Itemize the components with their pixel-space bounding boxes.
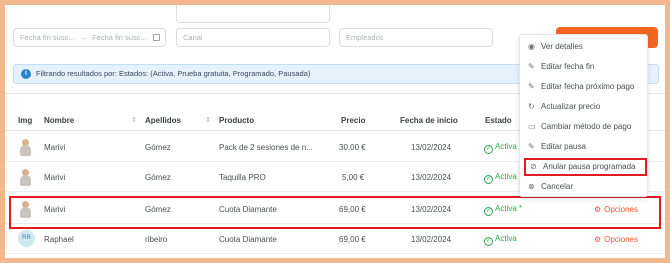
header-img: Img [18,116,33,125]
row-options-menu: ◉ Ver detalles ✎ Editar fecha fin ✎ Editar … [519,34,648,197]
eye-icon: ◉ [528,42,535,51]
status-badge: ✓ Activa * [484,204,523,216]
header-apellidos[interactable]: Apellidos [145,116,181,125]
opciones-button[interactable]: ⚙ Opciones [594,205,638,214]
cell-fecha: 13/02/2024 [411,143,452,152]
cell-fecha: 13/02/2024 [411,235,452,244]
cell-apellidos: Gómez [145,173,171,182]
avatar [18,169,32,186]
close-circle-icon: ⊗ [528,182,535,191]
gear-icon: ⚙ [594,205,602,214]
header-estado: Estado [485,116,512,125]
canal-placeholder: Canal [183,33,203,42]
menu-item-anular-pausa-programada[interactable]: ⊘ Anular pausa programada [524,158,647,176]
check-circle-icon: ✓ [484,237,493,246]
menu-item-editar-fecha-fin[interactable]: ✎ Editar fecha fin [520,57,649,77]
header-nombre[interactable]: Nombre [44,116,74,125]
fecha-fin-to-placeholder: Fecha fin susc... [92,33,147,42]
cell-fecha: 13/02/2024 [411,205,452,214]
gear-icon: ⚙ [594,235,602,244]
cell-nombre: Marivi [44,143,66,152]
subscriptions-panel: Fecha fin susc... → Fecha fin susc... Cana… [5,5,665,258]
info-icon: i [21,69,31,79]
refresh-icon: ↻ [528,102,535,111]
canal-field[interactable]: Canal [176,28,330,47]
credit-card-icon: ▭ [528,122,536,131]
sort-nombre-icon[interactable]: ⇕ [131,116,137,124]
fecha-fin-range-field[interactable]: Fecha fin susc... → Fecha fin susc... [13,28,166,47]
cell-nombre: Marivi [44,205,66,214]
pencil-icon: ✎ [528,62,535,71]
cell-producto: Pack de 2 sesiones de n... [219,143,313,152]
menu-item-ver-detalles[interactable]: ◉ Ver detalles [520,37,649,57]
check-circle-icon: ✓ [484,175,493,184]
cell-producto: Taquilla PRO [219,173,266,182]
opciones-button[interactable]: ⚙ Opciones [594,235,638,244]
avatar [18,139,32,156]
cell-apellidos: Gómez [145,143,171,152]
top-filter-input[interactable] [176,5,330,23]
cell-apellidos: ribeiro [145,235,168,244]
empleados-field[interactable]: Empleados [339,28,493,47]
filter-banner-text: Filtrando resultados por: Estados: (Acti… [36,69,311,78]
menu-item-cambiar-metodo-pago[interactable]: ▭ Cambiar método de pago [520,117,649,137]
cell-nombre: Marivi [44,173,66,182]
status-badge: ✓ Activa [484,172,517,184]
fecha-fin-from-placeholder: Fecha fin susc... [20,33,75,42]
range-arrow: → [79,33,88,42]
cell-precio: 69,00 € [339,205,366,214]
cell-producto: Cuota Diamante [219,205,277,214]
cancel-circle-icon: ⊘ [530,162,537,171]
sort-apellidos-icon[interactable]: ⇕ [205,116,211,124]
cell-precio: 69,00 € [339,235,366,244]
cell-precio: 30,00 € [339,143,366,152]
menu-item-editar-fecha-proximo-pago[interactable]: ✎ Editar fecha próximo pago [520,77,649,97]
menu-item-cancelar[interactable]: ⊗ Cancelar [520,177,649,197]
avatar: RR [18,230,35,247]
check-circle-icon: ✓ [484,207,493,216]
cell-apellidos: Gómez [145,205,171,214]
menu-item-actualizar-precio[interactable]: ↻ Actualizar precio [520,97,649,117]
calendar-icon[interactable] [153,34,160,41]
cell-fecha: 13/02/2024 [411,173,452,182]
empleados-placeholder: Empleados [346,33,384,42]
table-row[interactable]: RR Raphael ribeiro Cuota Diamante 69,00 … [5,224,665,254]
cell-producto: Cuota Diamante [219,235,277,244]
menu-item-editar-pausa[interactable]: ✎ Editar pausa [520,137,649,157]
cell-nombre: Raphael [44,235,74,244]
pencil-icon: ✎ [528,142,535,151]
status-badge: ✓ Activa [484,234,517,246]
status-badge: ✓ Activa [484,142,517,154]
header-fecha-inicio: Fecha de inicio [400,116,458,125]
cell-precio: 5,00 € [342,173,365,182]
header-precio: Precio [341,116,366,125]
header-producto: Producto [219,116,255,125]
avatar [18,201,32,218]
pencil-icon: ✎ [528,82,535,91]
check-circle-icon: ✓ [484,145,493,154]
table-row[interactable]: Marivi Gómez Cuota Diamante 69,00 € 13/0… [5,194,665,224]
